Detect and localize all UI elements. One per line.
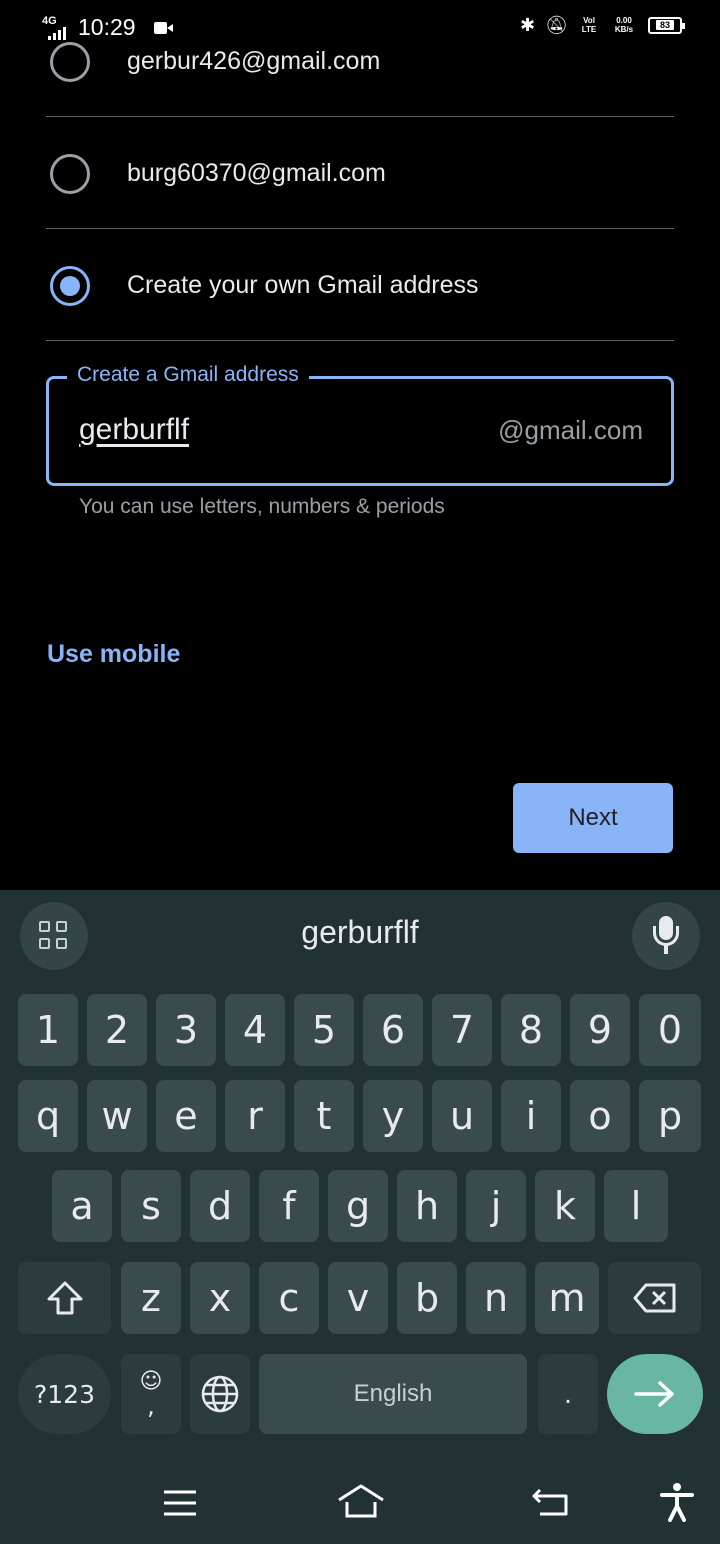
space-bar[interactable]: English (259, 1354, 527, 1434)
shift-icon[interactable] (18, 1262, 111, 1334)
key-e[interactable]: e (156, 1080, 216, 1152)
key-t[interactable]: t (294, 1080, 354, 1152)
key-b[interactable]: b (397, 1262, 457, 1334)
key-s[interactable]: s (121, 1170, 181, 1242)
gmail-address-input[interactable]: gerburflf (79, 413, 189, 447)
helper-text: You can use letters, numbers & periods (79, 495, 445, 518)
key-u[interactable]: u (432, 1080, 492, 1152)
next-button[interactable]: Next (513, 783, 673, 853)
key-r[interactable]: r (225, 1080, 285, 1152)
keyboard-suggestion[interactable]: gerburflf (0, 914, 720, 951)
key-5[interactable]: 5 (294, 994, 354, 1066)
comma-label: , (147, 1392, 155, 1420)
screen: 4G 10:29 ✱ 🔕︎ Vol LTE 0.00 KB/s 83 gerbu… (0, 0, 720, 1544)
microphone-icon[interactable] (632, 902, 700, 970)
arrow-right-icon[interactable] (607, 1354, 703, 1434)
key-h[interactable]: h (397, 1170, 457, 1242)
globe-icon[interactable] (190, 1354, 250, 1434)
key-z[interactable]: z (121, 1262, 181, 1334)
key-q[interactable]: q (18, 1080, 78, 1152)
backspace-icon[interactable] (608, 1262, 701, 1334)
account-option-label: gerbur426@gmail.com (127, 47, 381, 75)
key-v[interactable]: v (328, 1262, 388, 1334)
key-9[interactable]: 9 (570, 994, 630, 1066)
radio-button-selected[interactable] (50, 266, 90, 306)
key-a[interactable]: a (52, 1170, 112, 1242)
gmail-suffix: @gmail.com (498, 415, 643, 445)
key-8[interactable]: 8 (501, 994, 561, 1066)
key-m[interactable]: m (535, 1262, 599, 1334)
key-l[interactable]: l (604, 1170, 668, 1242)
key-4[interactable]: 4 (225, 994, 285, 1066)
use-mobile-link[interactable]: Use mobile (47, 640, 180, 669)
emoji-icon: ☺ (139, 1369, 163, 1394)
accessibility-icon[interactable] (660, 1482, 694, 1530)
key-k[interactable]: k (535, 1170, 595, 1242)
account-option-1[interactable]: gerbur426@gmail.com (46, 5, 674, 117)
period-key[interactable]: . (538, 1354, 598, 1434)
key-g[interactable]: g (328, 1170, 388, 1242)
account-option-label: burg60370@gmail.com (127, 159, 386, 187)
key-2[interactable]: 2 (87, 994, 147, 1066)
key-o[interactable]: o (570, 1080, 630, 1152)
key-3[interactable]: 3 (156, 994, 216, 1066)
key-y[interactable]: y (363, 1080, 423, 1152)
radio-button[interactable] (50, 154, 90, 194)
field-label: Create a Gmail address (67, 363, 309, 387)
key-n[interactable]: n (466, 1262, 526, 1334)
key-c[interactable]: c (259, 1262, 319, 1334)
menu-icon[interactable] (162, 1486, 198, 1526)
key-f[interactable]: f (259, 1170, 319, 1242)
home-icon[interactable] (336, 1482, 386, 1528)
radio-button[interactable] (50, 42, 90, 82)
key-d[interactable]: d (190, 1170, 250, 1242)
key-1[interactable]: 1 (18, 994, 78, 1066)
symbols-key[interactable]: ?123 (18, 1354, 111, 1434)
key-x[interactable]: x (190, 1262, 250, 1334)
key-7[interactable]: 7 (432, 994, 492, 1066)
key-p[interactable]: p (639, 1080, 701, 1152)
keyboard-suggestion-strip: gerburflf (0, 890, 720, 990)
emoji-comma-key[interactable]: ☺ , (121, 1354, 181, 1434)
account-option-label: Create your own Gmail address (127, 271, 479, 299)
create-own-address-option[interactable]: Create your own Gmail address (46, 229, 674, 341)
key-j[interactable]: j (466, 1170, 526, 1242)
gmail-address-field[interactable]: Create a Gmail address gerburflf @gmail.… (46, 363, 674, 486)
back-icon[interactable] (530, 1486, 570, 1526)
account-option-2[interactable]: burg60370@gmail.com (46, 117, 674, 229)
key-i[interactable]: i (501, 1080, 561, 1152)
key-0[interactable]: 0 (639, 994, 701, 1066)
keyboard: gerburflf 1 2 3 4 5 6 7 8 9 0 q w e r t … (0, 890, 720, 1544)
key-6[interactable]: 6 (363, 994, 423, 1066)
key-w[interactable]: w (87, 1080, 147, 1152)
system-nav-bar (0, 1462, 720, 1544)
